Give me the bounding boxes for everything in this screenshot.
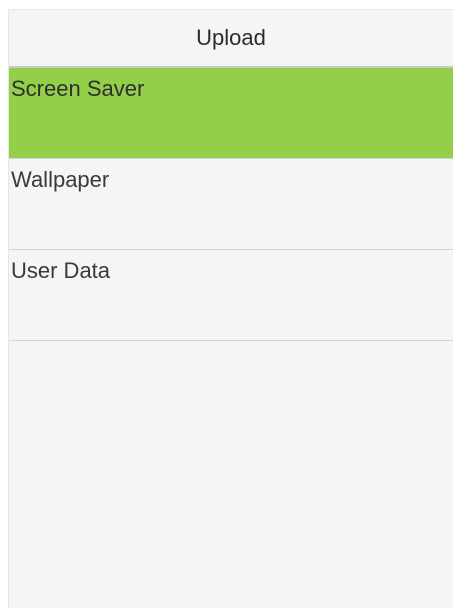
page-title: Upload — [9, 10, 453, 68]
menu-item-wallpaper[interactable]: Wallpaper — [9, 159, 453, 250]
menu-item-screen-saver[interactable]: Screen Saver — [9, 68, 453, 159]
menu-item-label: User Data — [11, 258, 111, 283]
upload-screen: Upload Screen Saver Wallpaper User Data — [8, 9, 453, 608]
menu-item-label: Wallpaper — [11, 167, 110, 192]
menu-item-user-data[interactable]: User Data — [9, 250, 453, 341]
menu-item-label: Screen Saver — [11, 76, 145, 101]
